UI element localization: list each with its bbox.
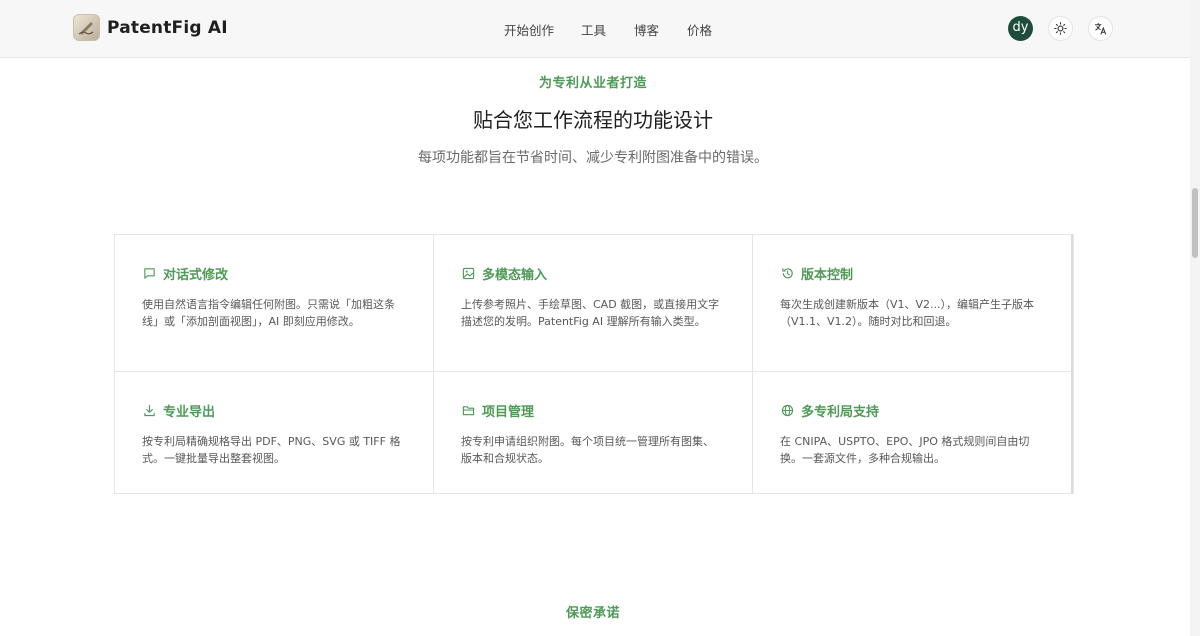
feature-title: 对话式修改 [163,268,229,283]
feature-description: 按专利局精确规格导出 PDF、PNG、SVG 或 TIFF 格式。一键批量导出整… [142,435,401,465]
feature-card-project-management: 项目管理 按专利申请组织附图。每个项目统一管理所有图集、版本和合规状态。 [434,372,753,493]
user-avatar[interactable]: dy [1008,16,1033,41]
feature-title: 版本控制 [801,268,854,283]
top-navbar: PatentFig AI 开始创作 工具 博客 价格 dy [0,0,1200,58]
feature-card-multimodal-input: 多模态输入 上传参考照片、手绘草图、CAD 截图，或直接用文字描述您的发明。Pa… [434,235,753,372]
feature-description: 使用自然语言指令编辑任何附图。只需说「加粗这条线」或「添加剖面视图」，AI 即刻… [142,298,395,328]
page-scrollbar[interactable] [1190,0,1200,636]
section-title: 贴合您工作流程的功能设计 [473,108,713,132]
feature-description: 按专利申请组织附图。每个项目统一管理所有图集、版本和合规状态。 [461,435,714,465]
confidentiality-eyebrow: 保密承诺 [565,606,620,621]
globe-icon [780,404,794,418]
section-subtitle: 每项功能都旨在节省时间、减少专利附图准备中的错误。 [418,150,768,166]
sun-icon [1054,22,1067,35]
feature-card-multi-office: 多专利局支持 在 CNIPA、USPTO、EPO、JPO 格式规则间自由切换。一… [753,372,1073,493]
nav-tools[interactable]: 工具 [581,20,606,39]
feature-description: 上传参考照片、手绘草图、CAD 截图，或直接用文字描述您的发明。PatentFi… [461,298,720,328]
feature-description: 在 CNIPA、USPTO、EPO、JPO 格式规则间自由切换。一套源文件，多种… [780,435,1030,465]
feature-title: 多专利局支持 [801,405,880,420]
feature-title: 项目管理 [482,405,535,420]
feature-description: 每次生成创建新版本（V1、V2...），编辑产生子版本（V1.1、V1.2）。随… [780,298,1035,328]
image-icon [461,267,475,281]
folder-icon [461,404,475,418]
feature-card-pro-export: 专业导出 按专利局精确规格导出 PDF、PNG、SVG 或 TIFF 格式。一键… [115,372,434,493]
scrollbar-thumb[interactable] [1192,188,1198,258]
nav-pricing[interactable]: 价格 [687,20,712,39]
feature-title: 多模态输入 [482,268,548,283]
feature-grid: 对话式修改 使用自然语言指令编辑任何附图。只需说「加粗这条线」或「添加剖面视图」… [114,234,1074,494]
feature-card-conversational-edit: 对话式修改 使用自然语言指令编辑任何附图。只需说「加粗这条线」或「添加剖面视图」… [115,235,434,372]
nav-blog[interactable]: 博客 [634,20,659,39]
nav-start-creating[interactable]: 开始创作 [504,20,554,39]
feature-card-version-control: 版本控制 每次生成创建新版本（V1、V2...），编辑产生子版本（V1.1、V1… [753,235,1073,372]
feature-title: 专业导出 [163,405,216,420]
chat-bubble-icon [142,267,156,281]
language-switch-button[interactable] [1088,16,1113,41]
section-eyebrow: 为专利从业者打造 [538,76,647,91]
theme-toggle-button[interactable] [1048,16,1073,41]
download-icon [142,404,156,418]
translate-icon [1094,22,1107,35]
history-icon [780,267,794,281]
